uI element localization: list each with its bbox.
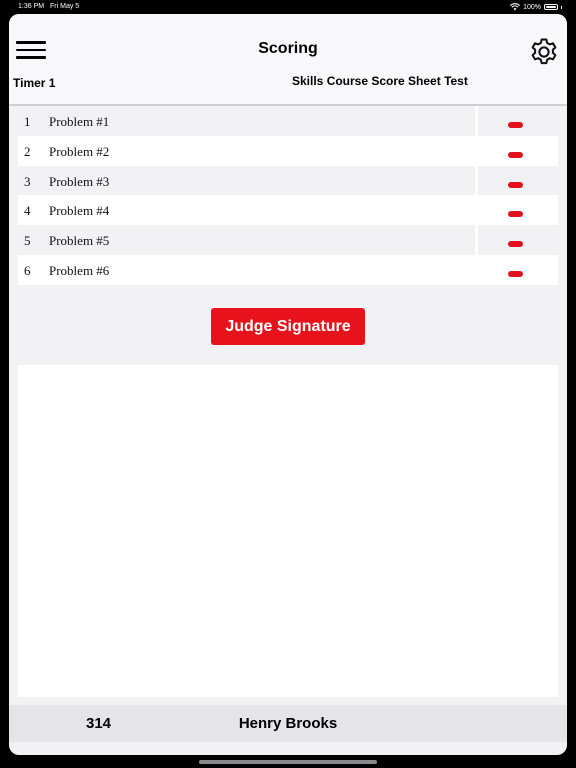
problem-number: 1 xyxy=(24,114,31,129)
score-panel: 1 Problem #1 2 Problem #2 3 Problem #3 4 Proble… xyxy=(18,106,558,697)
problem-table: 1 Problem #1 2 Problem #2 3 Problem #3 4 Proble… xyxy=(18,106,558,285)
column-separator xyxy=(475,195,478,226)
timer-label: Timer 1 xyxy=(13,76,56,90)
problem-status-indicator[interactable] xyxy=(508,181,523,188)
battery-percent: 100% xyxy=(523,3,541,11)
problem-row[interactable]: 6 Problem #6 xyxy=(18,254,558,285)
page-title: Scoring xyxy=(258,40,318,57)
status-right: 100% xyxy=(510,3,562,11)
column-separator xyxy=(475,225,478,255)
problem-row[interactable]: 1 Problem #1 xyxy=(18,106,558,136)
battery-tip xyxy=(561,5,562,9)
app-screen: Scoring Timer 1 Skills Course Score Shee… xyxy=(9,14,567,755)
competitor-footer: 314 Henry Brooks xyxy=(9,705,567,742)
score-sheet-title: Skills Course Score Sheet Test xyxy=(292,74,468,88)
problem-label: Problem #5 xyxy=(49,233,110,249)
column-separator xyxy=(475,135,478,166)
problem-row[interactable]: 2 Problem #2 xyxy=(18,135,558,166)
status-date: Fri May 5 xyxy=(50,3,80,10)
problem-number: 3 xyxy=(24,173,31,189)
problem-status-indicator[interactable] xyxy=(508,151,523,158)
wifi-icon xyxy=(510,3,521,11)
column-separator xyxy=(475,106,478,136)
problem-status-indicator[interactable] xyxy=(508,241,523,248)
problem-number: 4 xyxy=(24,203,31,219)
problem-label: Problem #6 xyxy=(49,262,110,278)
problem-status-indicator[interactable] xyxy=(508,270,523,277)
status-bar: 1:36 PM Fri May 5 100% xyxy=(0,0,576,14)
problem-label: Problem #3 xyxy=(49,173,110,189)
competitor-name: Henry Brooks xyxy=(238,715,338,732)
problem-status-indicator[interactable] xyxy=(508,211,523,218)
judge-signature-button[interactable]: Judge Signature xyxy=(211,308,365,345)
gear-icon[interactable] xyxy=(528,36,560,68)
signature-area: Judge Signature xyxy=(18,285,558,365)
status-time: 1:36 PM xyxy=(18,3,45,10)
home-indicator[interactable] xyxy=(199,760,377,764)
navigation-bar: Scoring Timer 1 Skills Course Score Shee… xyxy=(9,14,567,104)
problem-label: Problem #1 xyxy=(49,114,110,129)
problem-status-indicator[interactable] xyxy=(508,122,523,128)
problem-label: Problem #2 xyxy=(49,143,110,159)
problem-number: 2 xyxy=(24,143,31,159)
column-separator xyxy=(475,254,478,285)
column-separator xyxy=(475,165,478,196)
battery-icon xyxy=(544,4,558,10)
problem-number: 6 xyxy=(24,262,31,278)
problem-row[interactable]: 5 Problem #5 xyxy=(18,225,558,255)
problem-number: 5 xyxy=(24,233,31,249)
problem-row[interactable]: 4 Problem #4 xyxy=(18,195,558,226)
problem-row[interactable]: 3 Problem #3 xyxy=(18,165,558,196)
problem-label: Problem #4 xyxy=(49,203,110,219)
